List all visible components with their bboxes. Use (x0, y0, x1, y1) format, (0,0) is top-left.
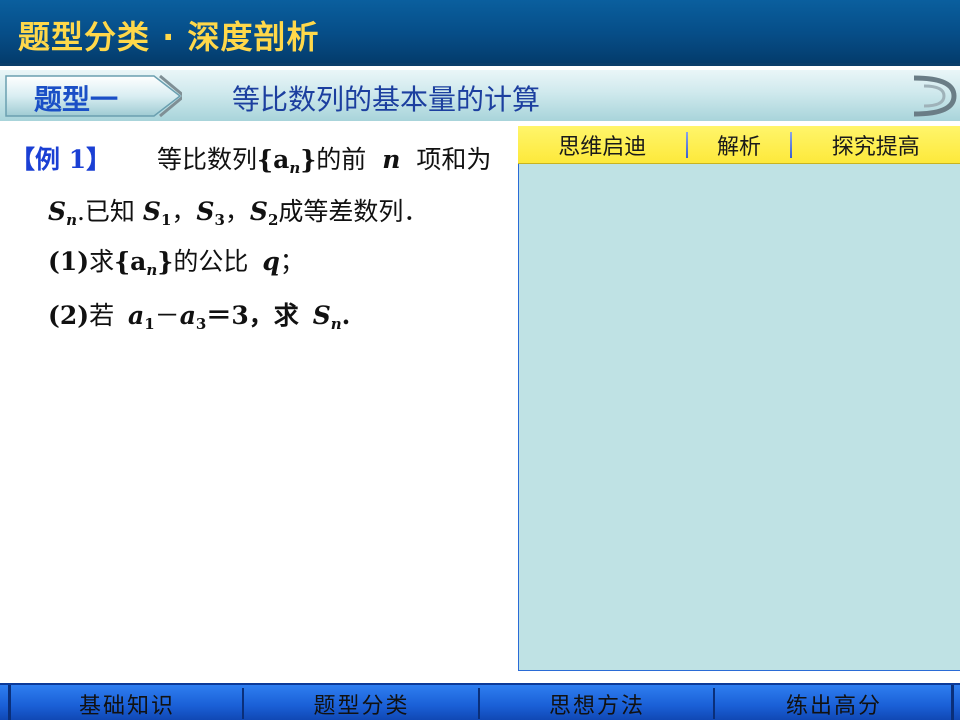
tab-further-inquiry[interactable]: 探究提高 (792, 126, 960, 163)
problem-line-2: Sn.已知 S1，S3，S2成等差数列． (48, 197, 429, 229)
nav-separator (478, 688, 480, 719)
arrow-deco-icon (913, 75, 957, 117)
question-2: (2)若 a1－a3＝3，求 Sn. (48, 301, 351, 333)
header-bar: 题型分类 · 深度剖析 (0, 0, 960, 66)
problem-line-1: 【例 1】 等比数列{an}的前 n 项和为 (10, 145, 492, 177)
tab-bar: 思维启迪 解析 探究提高 (518, 126, 960, 164)
nav-edge (8, 685, 11, 720)
nav-edge (951, 685, 954, 720)
nav-practice[interactable]: 练出高分 (716, 685, 952, 720)
tab-solution[interactable]: 解析 (688, 126, 789, 163)
section-title: 等比数列的基本量的计算 (232, 83, 541, 116)
section-badge-label: 题型一 (34, 83, 119, 116)
tab-thinking[interactable]: 思维启迪 (518, 126, 686, 163)
nav-separator (713, 688, 715, 719)
nav-separator (242, 688, 244, 719)
header-title: 题型分类 · 深度剖析 (18, 18, 320, 56)
bottom-nav: 基础知识 题型分类 思想方法 练出高分 (0, 683, 960, 720)
example-label: 【例 1】 (10, 145, 112, 174)
nav-thinking-methods[interactable]: 思想方法 (481, 685, 713, 720)
question-1: (1)求{an}的公比 q； (48, 247, 305, 279)
answer-panel (518, 126, 960, 671)
nav-basic-knowledge[interactable]: 基础知识 (12, 685, 242, 720)
nav-problem-types[interactable]: 题型分类 (245, 685, 478, 720)
